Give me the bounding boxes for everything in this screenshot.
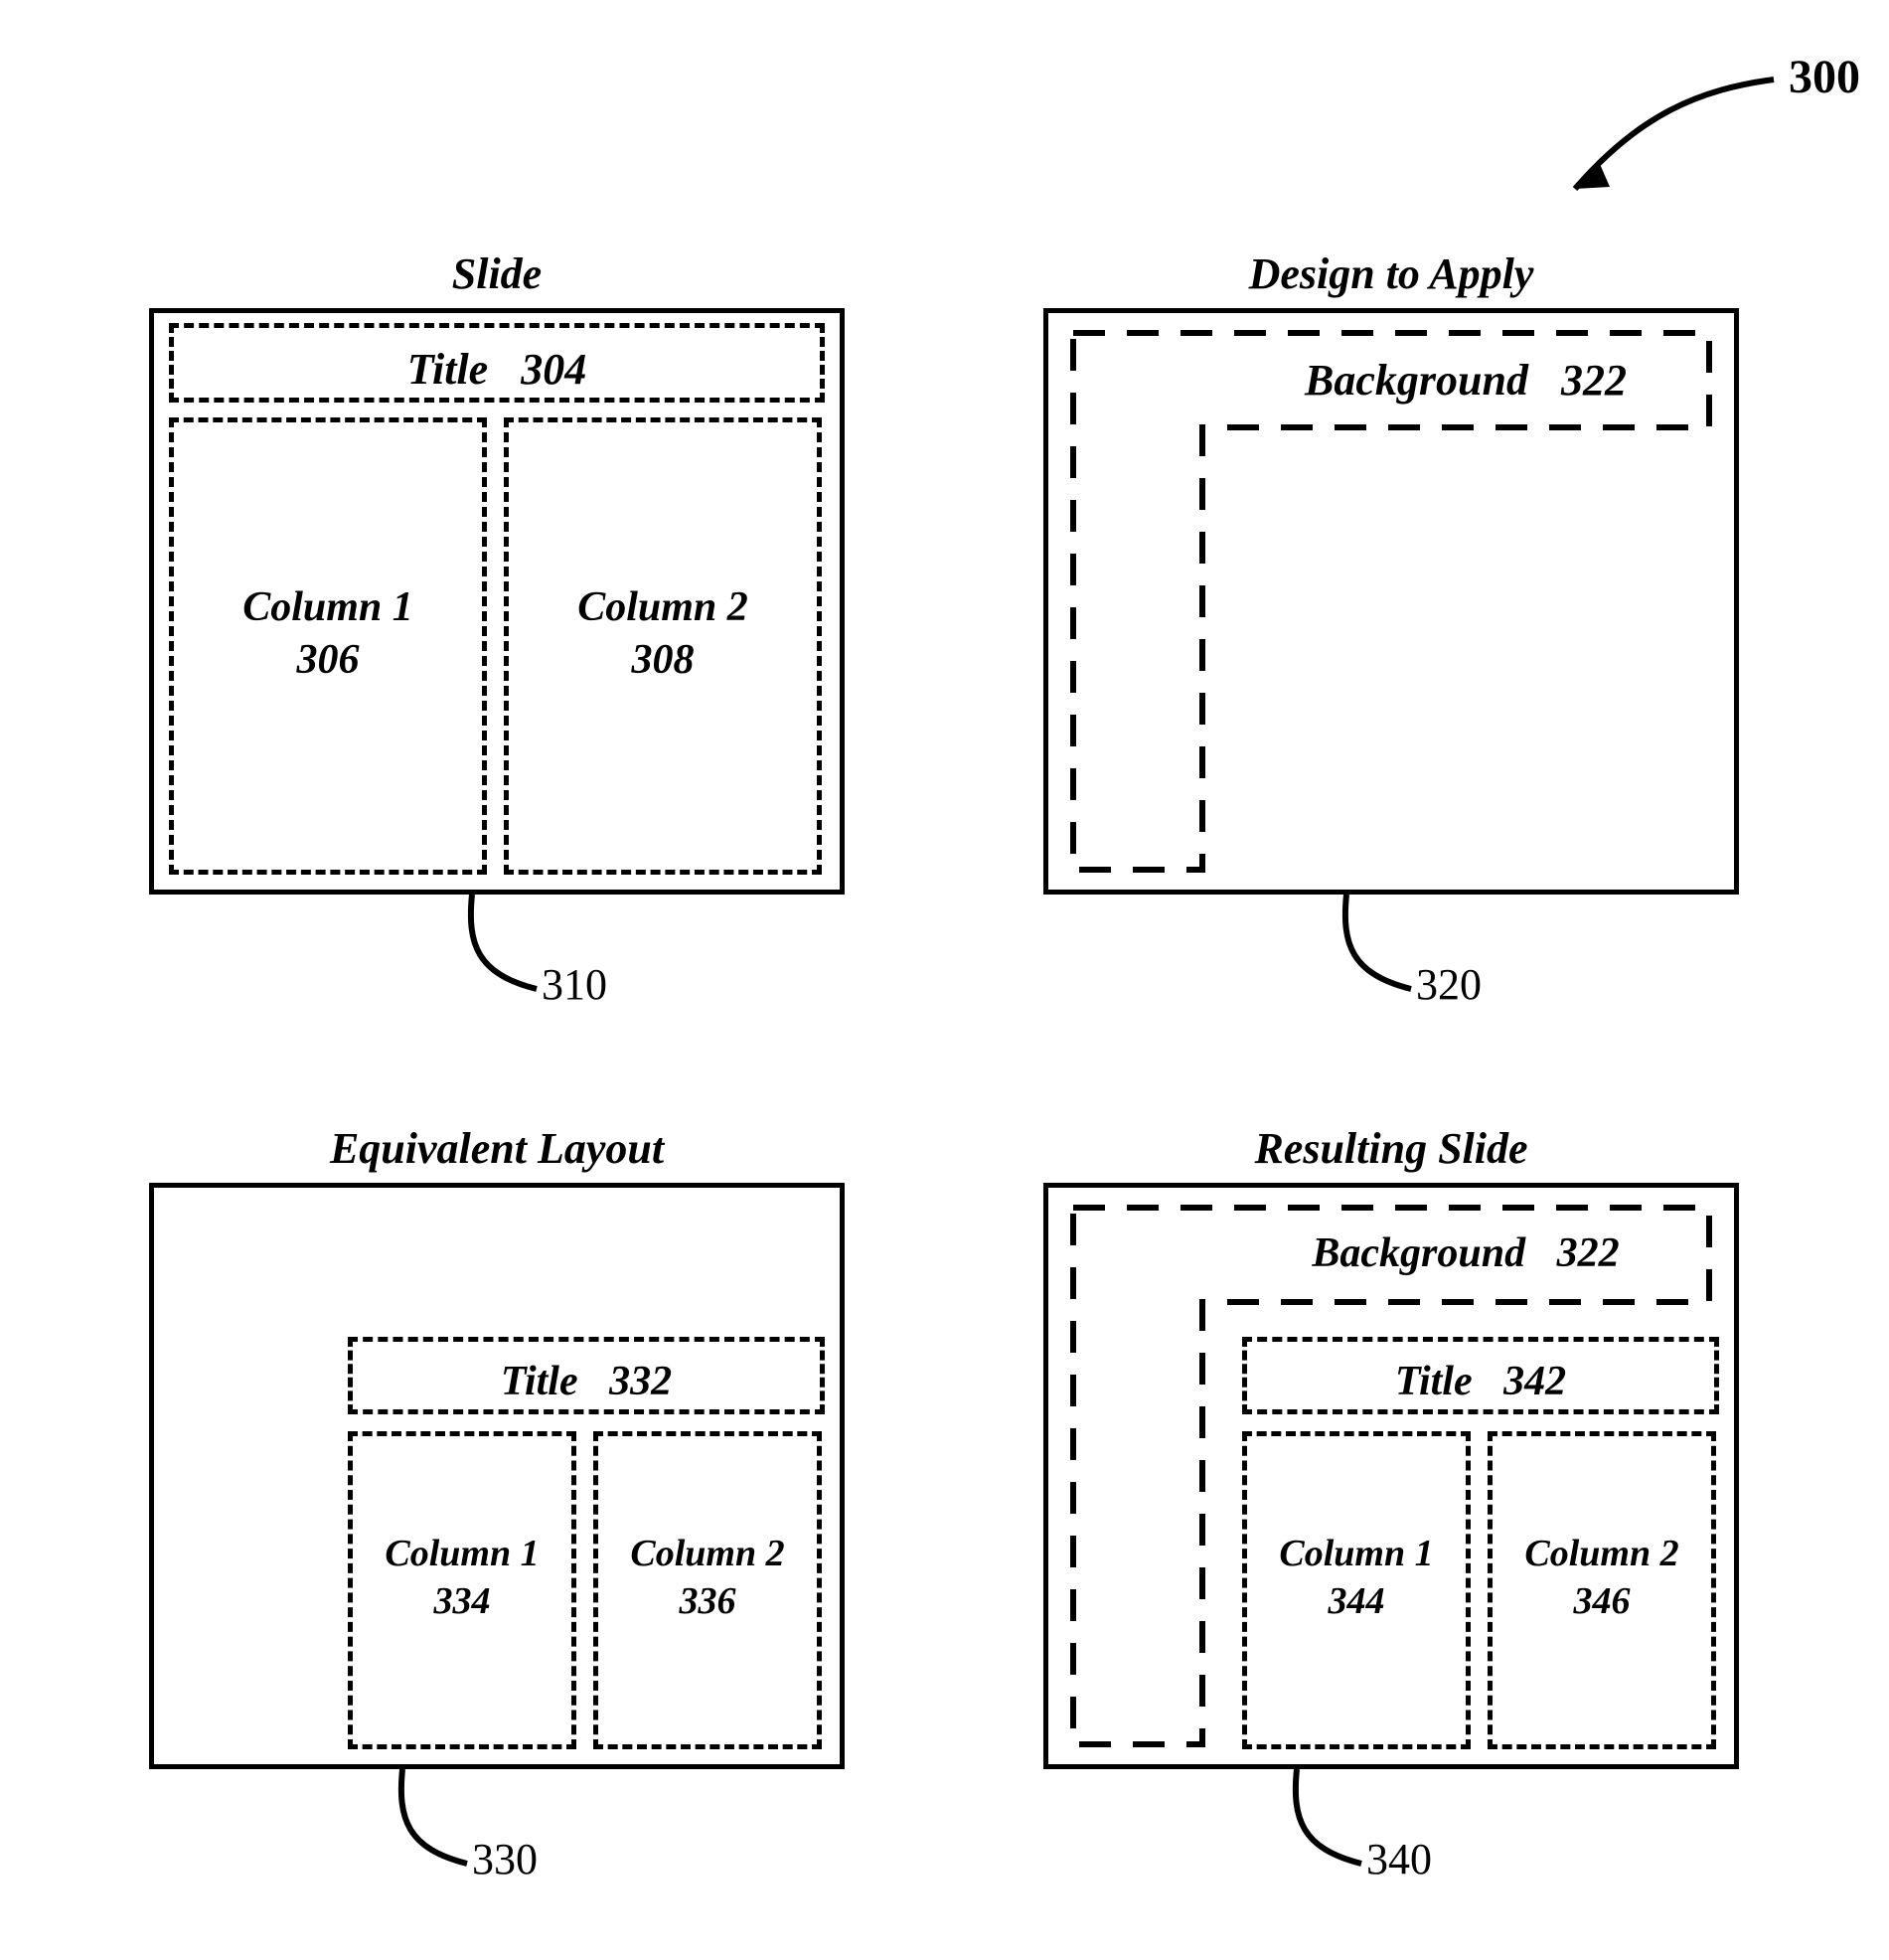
- callout-340: 340: [1366, 1834, 1432, 1884]
- panel-equivalent: Title 332 Column 1 334 Column 2 336: [149, 1183, 845, 1769]
- resulting-title-label: Title: [1395, 1359, 1473, 1404]
- panel-design: Background 322: [1043, 308, 1739, 895]
- equiv-col2-label: Column 2: [630, 1533, 784, 1574]
- figure-ref-arrow: [1530, 60, 1789, 219]
- callout-line-340: [1242, 1764, 1381, 1878]
- equiv-title-ref: 332: [609, 1359, 672, 1404]
- panel-title-design: Design to Apply: [1043, 248, 1739, 299]
- slide-title-region: Title 304: [169, 323, 825, 403]
- callout-330: 330: [472, 1834, 538, 1884]
- panel-title-resulting: Resulting Slide: [1043, 1123, 1739, 1174]
- slide-title-ref: 304: [521, 345, 586, 394]
- slide-col1: Column 1 306: [169, 417, 487, 875]
- equiv-col2: Column 2 336: [593, 1431, 822, 1749]
- callout-line-320: [1292, 890, 1431, 1004]
- panel-resulting: Background 322 Title 342 Column 1 344 Co…: [1043, 1183, 1739, 1769]
- equiv-col1-label: Column 1: [385, 1533, 539, 1574]
- panel-slide: Title 304 Column 1 306 Column 2 308: [149, 308, 845, 895]
- resulting-col2-ref: 346: [1574, 1580, 1631, 1622]
- callout-320: 320: [1416, 959, 1482, 1010]
- callout-line-310: [417, 890, 556, 1004]
- design-bg-label: Background: [1305, 356, 1528, 405]
- resulting-title-region: Title 342: [1242, 1337, 1719, 1414]
- slide-col1-ref: 306: [297, 637, 360, 683]
- resulting-bg-label: Background: [1312, 1230, 1525, 1276]
- resulting-col1-label: Column 1: [1279, 1533, 1433, 1574]
- callout-line-330: [348, 1764, 487, 1878]
- panel-title-slide: Slide: [149, 248, 845, 299]
- figure-number: 300: [1789, 50, 1860, 104]
- equiv-col1: Column 1 334: [348, 1431, 576, 1749]
- resulting-col1-ref: 344: [1329, 1580, 1385, 1622]
- equiv-title-region: Title 332: [348, 1337, 825, 1414]
- design-bg-ref: 322: [1561, 356, 1627, 405]
- slide-col2: Column 2 308: [504, 417, 822, 875]
- slide-col2-label: Column 2: [577, 584, 748, 630]
- callout-310: 310: [542, 959, 607, 1010]
- equiv-title-label: Title: [501, 1359, 578, 1404]
- resulting-bg-ref: 322: [1557, 1230, 1620, 1276]
- resulting-col1: Column 1 344: [1242, 1431, 1471, 1749]
- equiv-col2-ref: 336: [680, 1580, 736, 1622]
- slide-title-label: Title: [407, 345, 488, 394]
- slide-col2-ref: 308: [632, 637, 695, 683]
- resulting-title-ref: 342: [1503, 1359, 1566, 1404]
- panel-title-equivalent: Equivalent Layout: [149, 1123, 845, 1174]
- equiv-col1-ref: 334: [434, 1580, 491, 1622]
- slide-col1-label: Column 1: [242, 584, 413, 630]
- resulting-col2: Column 2 346: [1488, 1431, 1716, 1749]
- resulting-col2-label: Column 2: [1524, 1533, 1678, 1574]
